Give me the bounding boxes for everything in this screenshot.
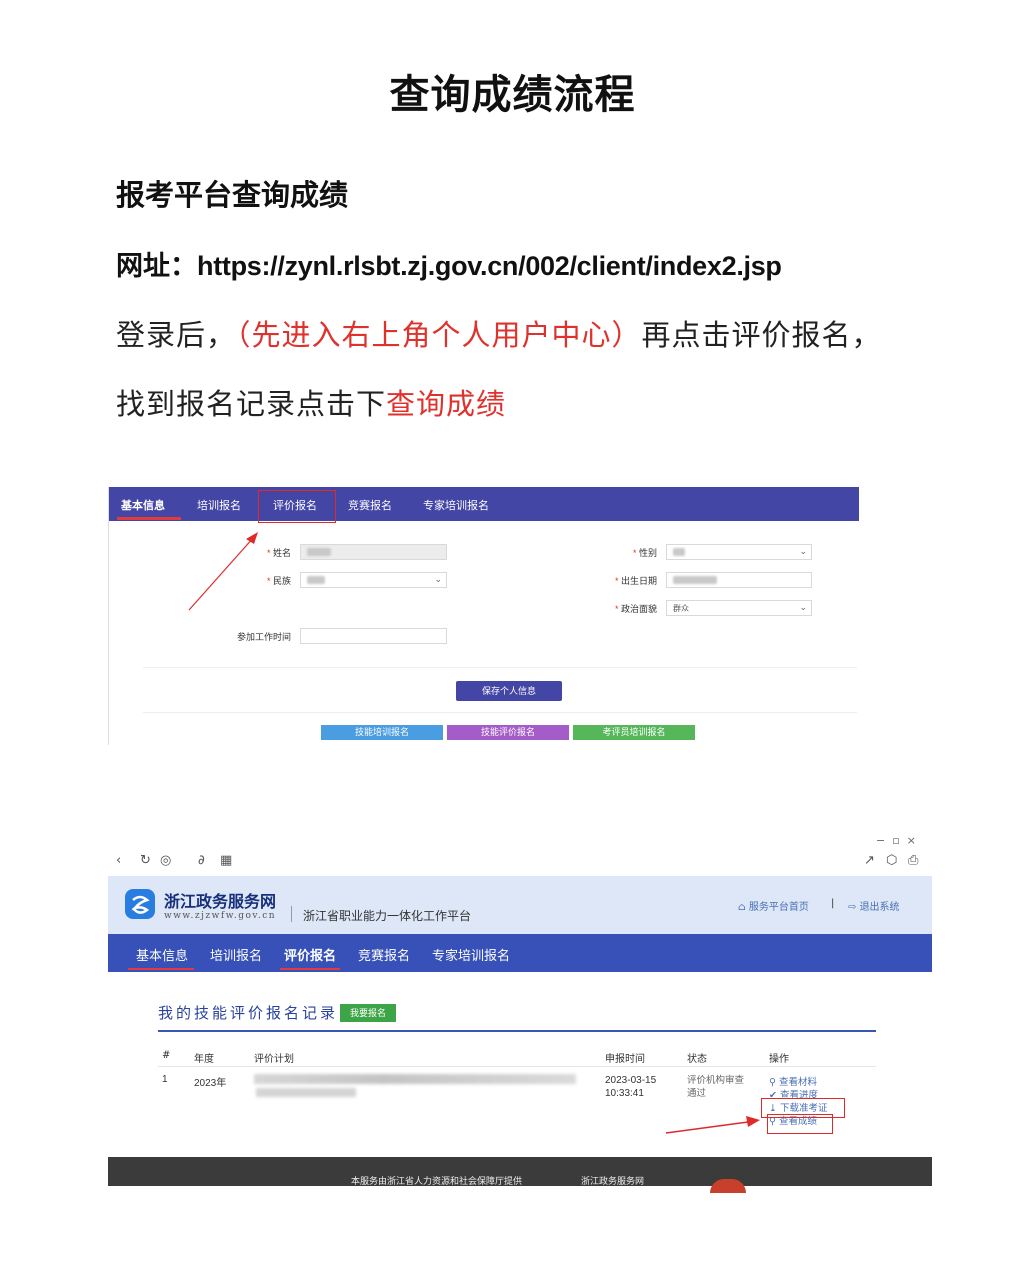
instruction-highlight: 查询成绩 (386, 387, 507, 421)
arrow-annotation (188, 532, 258, 611)
instruction-line-2: 找到报名记录点击下查询成绩 (116, 381, 506, 423)
footer-provider: 本服务由浙江省人力资源和社会保障厅提供 (351, 1176, 523, 1186)
screenshot-personal-info: 基本信息 培训报名 评价报名 竞赛报名 专家培训报名 * 姓名 * 民族 ⌄ 参… (108, 487, 859, 745)
url-line: 网址：https://zynl.rlsbt.zj.gov.cn/002/clie… (116, 244, 782, 283)
url-link[interactable]: https://zynl.rlsbt.zj.gov.cn/002/client/… (197, 251, 782, 281)
site-footer: 本服务由浙江省人力资源和社会保障厅提供 浙江政务服务网 (108, 1157, 932, 1193)
instruction-text: 找到报名记录点击下 (116, 387, 387, 421)
emblem-icon (710, 1179, 746, 1193)
instruction-text: 再点击评价报名， (641, 318, 882, 352)
instruction-line-1: 登录后，（先进入右上角个人用户中心）再点击评价报名， (116, 312, 882, 354)
instruction-highlight: （先进入右上角个人用户中心） (236, 318, 642, 352)
footer-site-name: 浙江政务服务网 (581, 1176, 645, 1186)
page-title: 查询成绩流程 (389, 72, 636, 118)
screenshot-evaluation-records: − ▫ × ‹ ↻ ◎ ∂ ▦ ↗ ⬡ ⎙ 浙江政务服务网 www.zjzwfw… (108, 828, 932, 1193)
section-subtitle: 报考平台查询成绩 (116, 178, 349, 212)
instruction-text: 登录后， (116, 318, 237, 352)
arrow-annotation (665, 1116, 760, 1134)
url-label: 网址： (116, 251, 197, 282)
